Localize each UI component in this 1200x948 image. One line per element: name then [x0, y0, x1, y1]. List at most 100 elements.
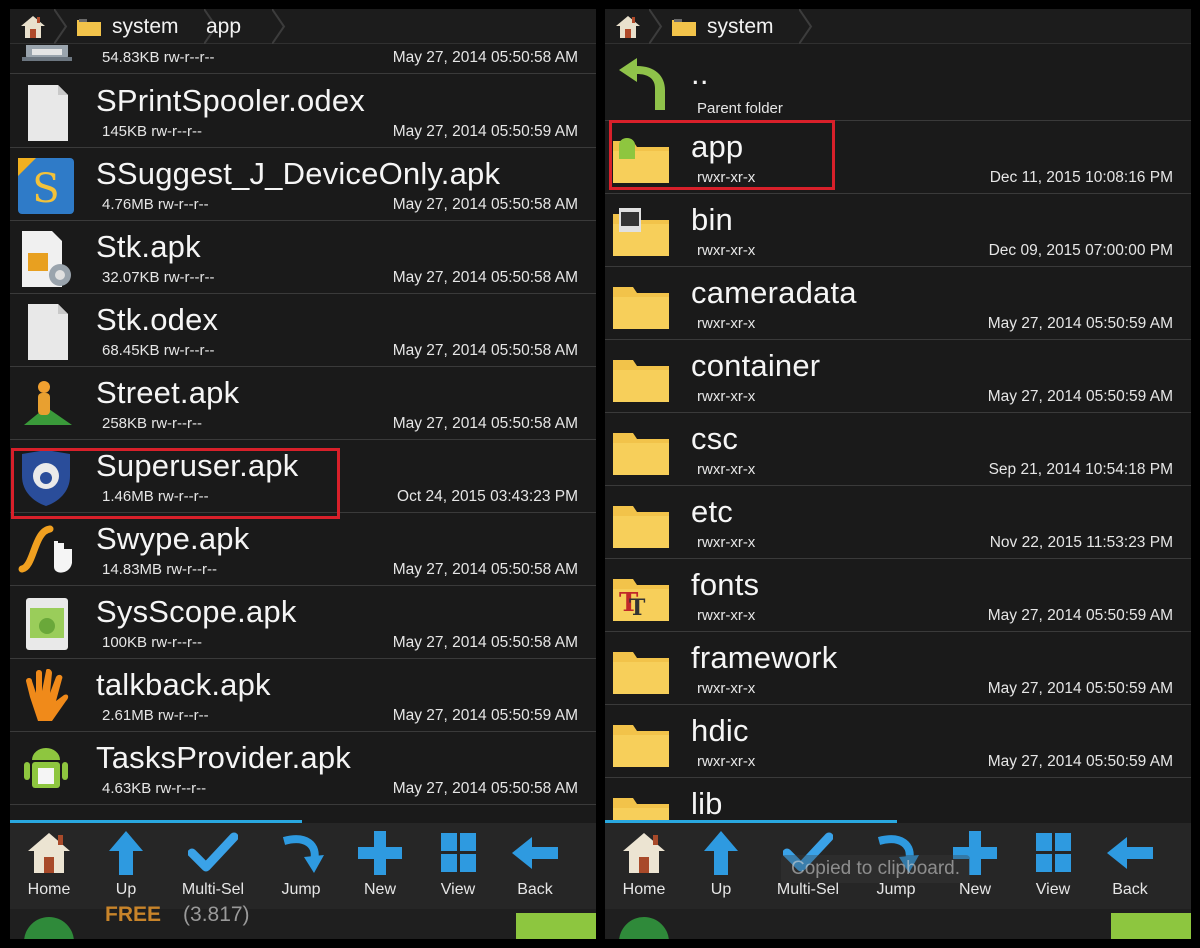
up-button[interactable]: Up — [684, 831, 758, 905]
file-date: May 27, 2014 05:50:58 AM — [392, 634, 578, 651]
back-button[interactable]: Back — [498, 831, 572, 905]
file-date: May 27, 2014 05:50:58 AM — [392, 561, 578, 578]
folder-name: csc — [691, 421, 739, 456]
file-meta: 32.07KB rw-r--r-- — [102, 269, 215, 286]
list-item[interactable]: SysScope.apk 100KB rw-r--r-- May 27, 201… — [10, 586, 596, 659]
list-item[interactable]: Stk.odex 68.45KB rw-r--r-- May 27, 2014 … — [10, 294, 596, 367]
folder-name: cameradata — [691, 275, 857, 310]
breadcrumb-system[interactable]: system — [66, 9, 218, 44]
folder-meta: rwxr-xr-x — [697, 753, 756, 770]
ad-install-button[interactable] — [516, 913, 596, 939]
ad-logo — [24, 917, 74, 939]
breadcrumb: system app — [10, 9, 596, 44]
folder-date: May 27, 2014 05:50:59 AM — [987, 607, 1173, 624]
back-curve-arrow-icon — [619, 58, 665, 110]
toolbar-label: New — [363, 881, 396, 898]
breadcrumb-system[interactable]: system — [661, 9, 813, 44]
file-name: Stk.apk — [96, 229, 201, 264]
toolbar-label: Multi-Sel — [776, 881, 840, 898]
ad-install-button[interactable] — [1111, 913, 1191, 939]
folder-date: Sep 21, 2014 10:54:18 PM — [988, 461, 1173, 478]
list-item[interactable]: Stk.apk 32.07KB rw-r--r-- May 27, 2014 0… — [10, 221, 596, 294]
ad-banner[interactable] — [605, 909, 1191, 939]
view-button[interactable]: View — [421, 831, 495, 905]
list-item[interactable]: 54.83KB rw-r--r-- May 27, 2014 05:50:58 … — [10, 45, 596, 74]
left-screen: system app 54.83KB rw-r--r-- May 27, 201… — [10, 9, 596, 939]
file-meta: 100KB rw-r--r-- — [102, 634, 202, 651]
back-arrow-icon — [512, 837, 558, 869]
folder-name: container — [691, 348, 821, 383]
folder-name: lib — [691, 786, 723, 821]
ad-logo — [619, 917, 669, 939]
toolbar-label: Back — [517, 881, 553, 898]
folder-icon — [613, 506, 669, 548]
folder-name: etc — [691, 494, 733, 529]
list-item[interactable]: container rwxr-xr-x May 27, 2014 05:50:5… — [605, 340, 1191, 413]
folder-icon — [613, 652, 669, 694]
folder-name: bin — [691, 202, 733, 237]
file-name: Swype.apk — [96, 521, 250, 556]
file-list[interactable]: 54.83KB rw-r--r-- May 27, 2014 05:50:58 … — [10, 45, 596, 821]
grid-view-icon — [1036, 833, 1071, 872]
file-meta: 68.45KB rw-r--r-- — [102, 342, 215, 359]
list-item[interactable]: SPrintSpooler.odex 145KB rw-r--r-- May 2… — [10, 75, 596, 148]
list-item[interactable]: hdic rwxr-xr-x May 27, 2014 05:50:59 AM — [605, 705, 1191, 778]
list-item[interactable]: cameradata rwxr-xr-x May 27, 2014 05:50:… — [605, 267, 1191, 340]
breadcrumb-label: system — [707, 14, 774, 38]
android-file-icon — [26, 598, 68, 650]
street-view-icon — [24, 381, 72, 425]
list-item[interactable]: etc rwxr-xr-x Nov 22, 2015 11:53:23 PM — [605, 486, 1191, 559]
parent-folder-label: Parent folder — [697, 100, 783, 117]
ad-banner[interactable]: FREE (3.817) — [10, 903, 596, 939]
file-date: May 27, 2014 05:50:58 AM — [392, 780, 578, 797]
list-item[interactable]: TasksProvider.apk 4.63KB rw-r--r-- May 2… — [10, 732, 596, 805]
file-name: SPrintSpooler.odex — [96, 83, 365, 118]
folder-icon — [613, 798, 669, 821]
toolbar-label: Jump — [281, 881, 321, 898]
breadcrumb-home[interactable] — [605, 9, 663, 44]
list-item[interactable]: csc rwxr-xr-x Sep 21, 2014 10:54:18 PM — [605, 413, 1191, 486]
highlight-box — [609, 120, 835, 190]
folder-icon — [613, 433, 669, 475]
folder-date: May 27, 2014 05:50:59 AM — [987, 753, 1173, 770]
view-button[interactable]: View — [1016, 831, 1090, 905]
grid-view-icon — [441, 833, 476, 872]
parent-folder-item[interactable]: .. Parent folder — [605, 48, 1191, 121]
swype-icon — [18, 525, 72, 573]
list-item[interactable]: Street.apk 258KB rw-r--r-- May 27, 2014 … — [10, 367, 596, 440]
list-item[interactable]: TT fonts rwxr-xr-x May 27, 2014 05:50:59… — [605, 559, 1191, 632]
file-meta: 2.61MB rw-r--r-- — [102, 707, 209, 724]
home-icon — [21, 15, 45, 38]
folder-date: Nov 22, 2015 11:53:23 PM — [989, 534, 1173, 551]
up-button[interactable]: Up — [89, 831, 163, 905]
breadcrumb: system — [605, 9, 1191, 44]
list-item[interactable]: S SSuggest_J_DeviceOnly.apk 4.76MB rw-r-… — [10, 148, 596, 221]
folder-icon — [613, 287, 669, 329]
multi-select-button[interactable]: Multi-Sel — [176, 831, 250, 905]
back-button[interactable]: Back — [1093, 831, 1167, 905]
list-item[interactable]: bin rwxr-xr-x Dec 09, 2015 07:00:00 PM — [605, 194, 1191, 267]
list-item[interactable]: talkback.apk 2.61MB rw-r--r-- May 27, 20… — [10, 659, 596, 732]
file-meta: 54.83KB rw-r--r-- — [102, 49, 215, 66]
terminal-folder-icon — [613, 208, 669, 256]
home-button[interactable]: Home — [12, 831, 86, 905]
new-button[interactable]: New — [343, 831, 417, 905]
printer-icon — [22, 45, 72, 61]
breadcrumb-app[interactable]: app — [204, 9, 286, 44]
svg-text:T: T — [629, 595, 646, 621]
file-date: May 27, 2014 05:50:58 AM — [392, 415, 578, 432]
checkmark-icon — [188, 832, 238, 872]
up-arrow-icon — [704, 831, 738, 875]
folder-icon — [77, 18, 101, 36]
list-item[interactable]: lib — [605, 778, 1191, 821]
file-name: talkback.apk — [96, 667, 271, 702]
sim-card-icon — [22, 231, 71, 287]
file-meta: 258KB rw-r--r-- — [102, 415, 202, 432]
list-item[interactable]: framework rwxr-xr-x May 27, 2014 05:50:5… — [605, 632, 1191, 705]
list-item[interactable]: Swype.apk 14.83MB rw-r--r-- May 27, 2014… — [10, 513, 596, 586]
home-button[interactable]: Home — [607, 831, 681, 905]
breadcrumb-home[interactable] — [10, 9, 68, 44]
up-arrow-icon — [109, 831, 143, 875]
file-name: SSuggest_J_DeviceOnly.apk — [96, 156, 501, 191]
jump-button[interactable]: Jump — [264, 831, 338, 905]
